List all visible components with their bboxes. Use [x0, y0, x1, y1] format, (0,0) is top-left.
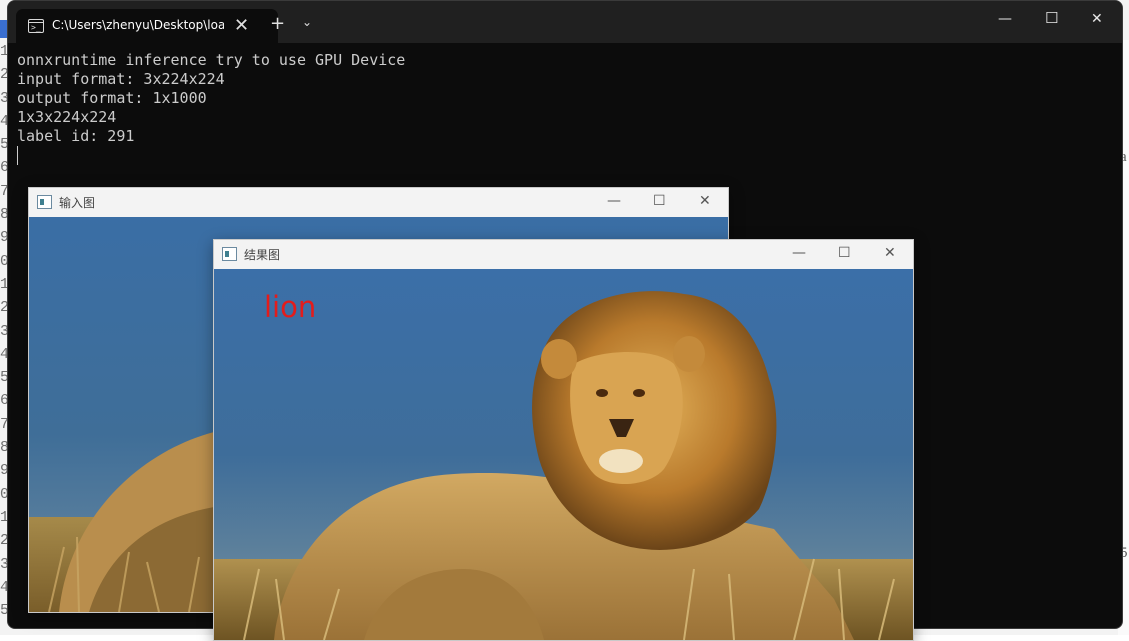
maximize-button[interactable]: ☐ [653, 193, 666, 209]
terminal-line: 1x3x224x224 [17, 108, 117, 126]
close-button[interactable]: ✕ [1091, 11, 1103, 27]
prediction-label: lion [264, 290, 317, 324]
terminal-line: input format: 3x224x224 [17, 70, 225, 88]
terminal-tab[interactable]: >_ C:\Users\zhenyu\Desktop\loac ✕ [16, 9, 278, 43]
window-titlebar[interactable]: 输入图 — ☐ ✕ [29, 188, 728, 217]
maximize-button[interactable]: ☐ [1045, 9, 1058, 27]
maximize-button[interactable]: ☐ [838, 245, 851, 261]
text-cursor [17, 146, 18, 165]
app-icon [222, 247, 237, 261]
minimize-button[interactable]: — [792, 245, 806, 261]
terminal-line: label id: 291 [17, 127, 135, 145]
window-title: 结果图 [244, 248, 281, 262]
close-button[interactable]: ✕ [699, 193, 711, 209]
window-title: 输入图 [59, 196, 96, 210]
terminal-icon: >_ [28, 19, 44, 33]
close-button[interactable]: ✕ [884, 245, 896, 261]
result-image-window[interactable]: 结果图 — ☐ ✕ lion [213, 239, 914, 641]
result-image: lion [214, 269, 913, 640]
terminal-line: onnxruntime inference try to use GPU Dev… [17, 51, 406, 69]
terminal-tab-title: C:\Users\zhenyu\Desktop\loac [52, 18, 224, 32]
chevron-down-icon[interactable]: ⌄ [302, 15, 312, 29]
new-tab-button[interactable]: + [270, 13, 285, 34]
terminal-output[interactable]: onnxruntime inference try to use GPU Dev… [17, 51, 1107, 165]
tab-close-icon[interactable]: ✕ [234, 15, 249, 36]
minimize-button[interactable]: — [998, 11, 1012, 27]
window-titlebar[interactable]: 结果图 — ☐ ✕ [214, 240, 913, 269]
terminal-line: output format: 1x1000 [17, 89, 207, 107]
terminal-titlebar[interactable]: >_ C:\Users\zhenyu\Desktop\loac ✕ + ⌄ — … [8, 1, 1122, 43]
lion-photo [214, 269, 913, 640]
minimize-button[interactable]: — [607, 193, 621, 209]
app-icon [37, 195, 52, 209]
